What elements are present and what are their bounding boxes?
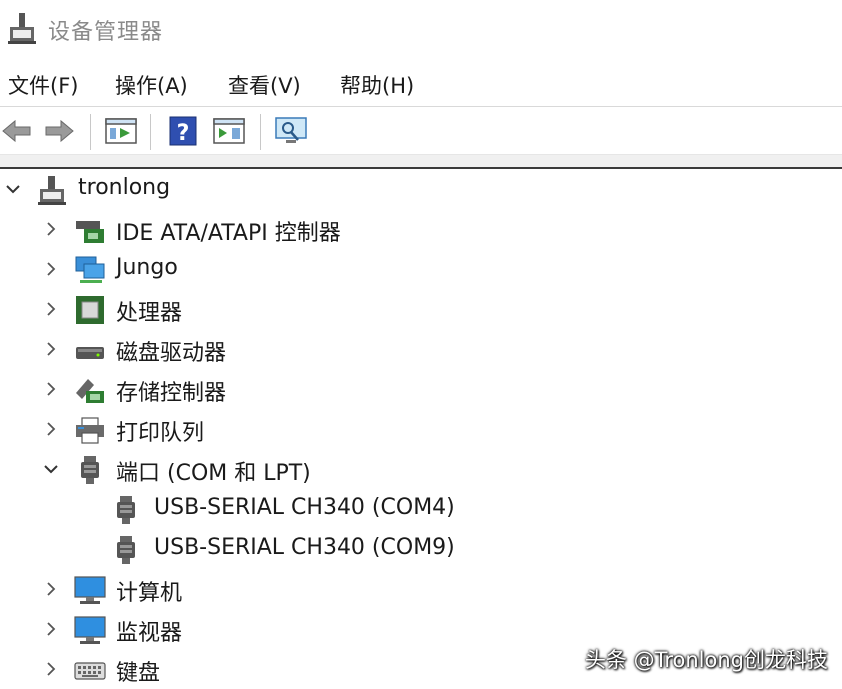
network-monitor-icon [75,256,105,283]
tree-subitem-com4[interactable]: USB-SERIAL CH340 (COM4) [0,489,760,529]
processor-icon [76,296,104,324]
toolbar-bottom-strip [0,154,842,168]
tree-item-label: 计算机 [116,581,183,606]
tree-item-disk[interactable]: 磁盘驱动器 [0,329,760,369]
port-icon [117,536,135,564]
scan-hardware-icon[interactable] [274,116,308,146]
chevron-right-icon[interactable] [42,620,60,638]
tree-item-storage-controller[interactable]: 存储控制器 [0,369,760,409]
back-arrow-icon[interactable] [0,116,34,146]
disk-drive-icon [76,347,104,359]
tree-item-ide[interactable]: IDE ATA/ATAPI 控制器 [0,209,760,249]
storage-controller-icon [76,379,104,403]
computer-tower-icon [38,176,66,205]
chevron-right-icon[interactable] [42,580,60,598]
menu-bar: 文件(F) 操作(A) 查看(V) 帮助(H) [0,64,842,104]
port-icon [81,456,99,484]
chevron-right-icon[interactable] [42,220,60,238]
device-tree[interactable]: tronlong IDE ATA/ATAPI 控制器 Jungo 处理器 磁盘驱… [0,169,842,688]
tree-item-ports[interactable]: 端口 (COM 和 LPT) [0,449,760,489]
tree-item-label: 打印队列 [116,421,205,446]
tree-item-computer[interactable]: 计算机 [0,569,760,609]
tree-item-label: 监视器 [116,621,183,646]
title-bar: 设备管理器 [0,0,842,58]
svg-text:?: ? [177,121,190,146]
tree-item-monitors[interactable]: 监视器 [0,609,760,649]
chevron-right-icon[interactable] [42,660,60,678]
tree-item-jungo[interactable]: Jungo [0,249,760,289]
tree-item-label: 端口 (COM 和 LPT) [116,461,311,486]
chevron-right-icon[interactable] [42,380,60,398]
printer-icon [76,417,104,444]
window-title: 设备管理器 [48,20,164,45]
tree-item-print-queue[interactable]: 打印队列 [0,409,760,449]
monitor-icon [74,576,106,604]
forward-arrow-icon[interactable] [42,116,76,146]
toolbar-separator [150,114,151,150]
chevron-right-icon[interactable] [42,420,60,438]
device-manager-icon [8,13,36,44]
tree-item-label: 存储控制器 [116,381,227,406]
port-icon [117,496,135,524]
tree-item-label: 处理器 [116,301,183,326]
menu-file[interactable]: 文件(F) [8,70,78,100]
tree-root-label: tronlong [78,175,171,200]
tree-subitem-com9[interactable]: USB-SERIAL CH340 (COM9) [0,529,760,569]
chevron-right-icon[interactable] [42,300,60,318]
monitor-icon [74,616,106,644]
tree-item-label: 磁盘驱动器 [116,341,227,366]
toolbar: ? [0,108,842,154]
tree-subitem-label: USB-SERIAL CH340 (COM9) [154,535,455,560]
chevron-right-icon[interactable] [42,260,60,278]
keyboard-icon [74,662,106,680]
tree-item-label: Jungo [116,255,178,280]
help-icon[interactable]: ? [166,116,200,146]
menu-action[interactable]: 操作(A) [115,70,188,100]
toolbar-separator [260,114,261,150]
menu-divider [0,106,842,107]
tree-item-label: 键盘 [116,661,161,686]
menu-help[interactable]: 帮助(H) [340,70,414,100]
menu-view[interactable]: 查看(V) [228,70,301,100]
chevron-down-icon[interactable] [4,180,22,198]
tree-item-processor[interactable]: 处理器 [0,289,760,329]
properties-icon[interactable] [104,116,138,146]
tree-item-label: IDE ATA/ATAPI 控制器 [116,221,341,246]
watermark: 头条 @Tronlong创龙科技 [584,648,828,672]
ide-controller-icon [76,221,104,243]
chevron-down-icon[interactable] [42,460,60,478]
tree-subitem-label: USB-SERIAL CH340 (COM4) [154,495,455,520]
toolbar-separator [90,114,91,150]
update-driver-icon[interactable] [212,116,246,146]
tree-root[interactable]: tronlong [0,169,760,209]
chevron-right-icon[interactable] [42,340,60,358]
